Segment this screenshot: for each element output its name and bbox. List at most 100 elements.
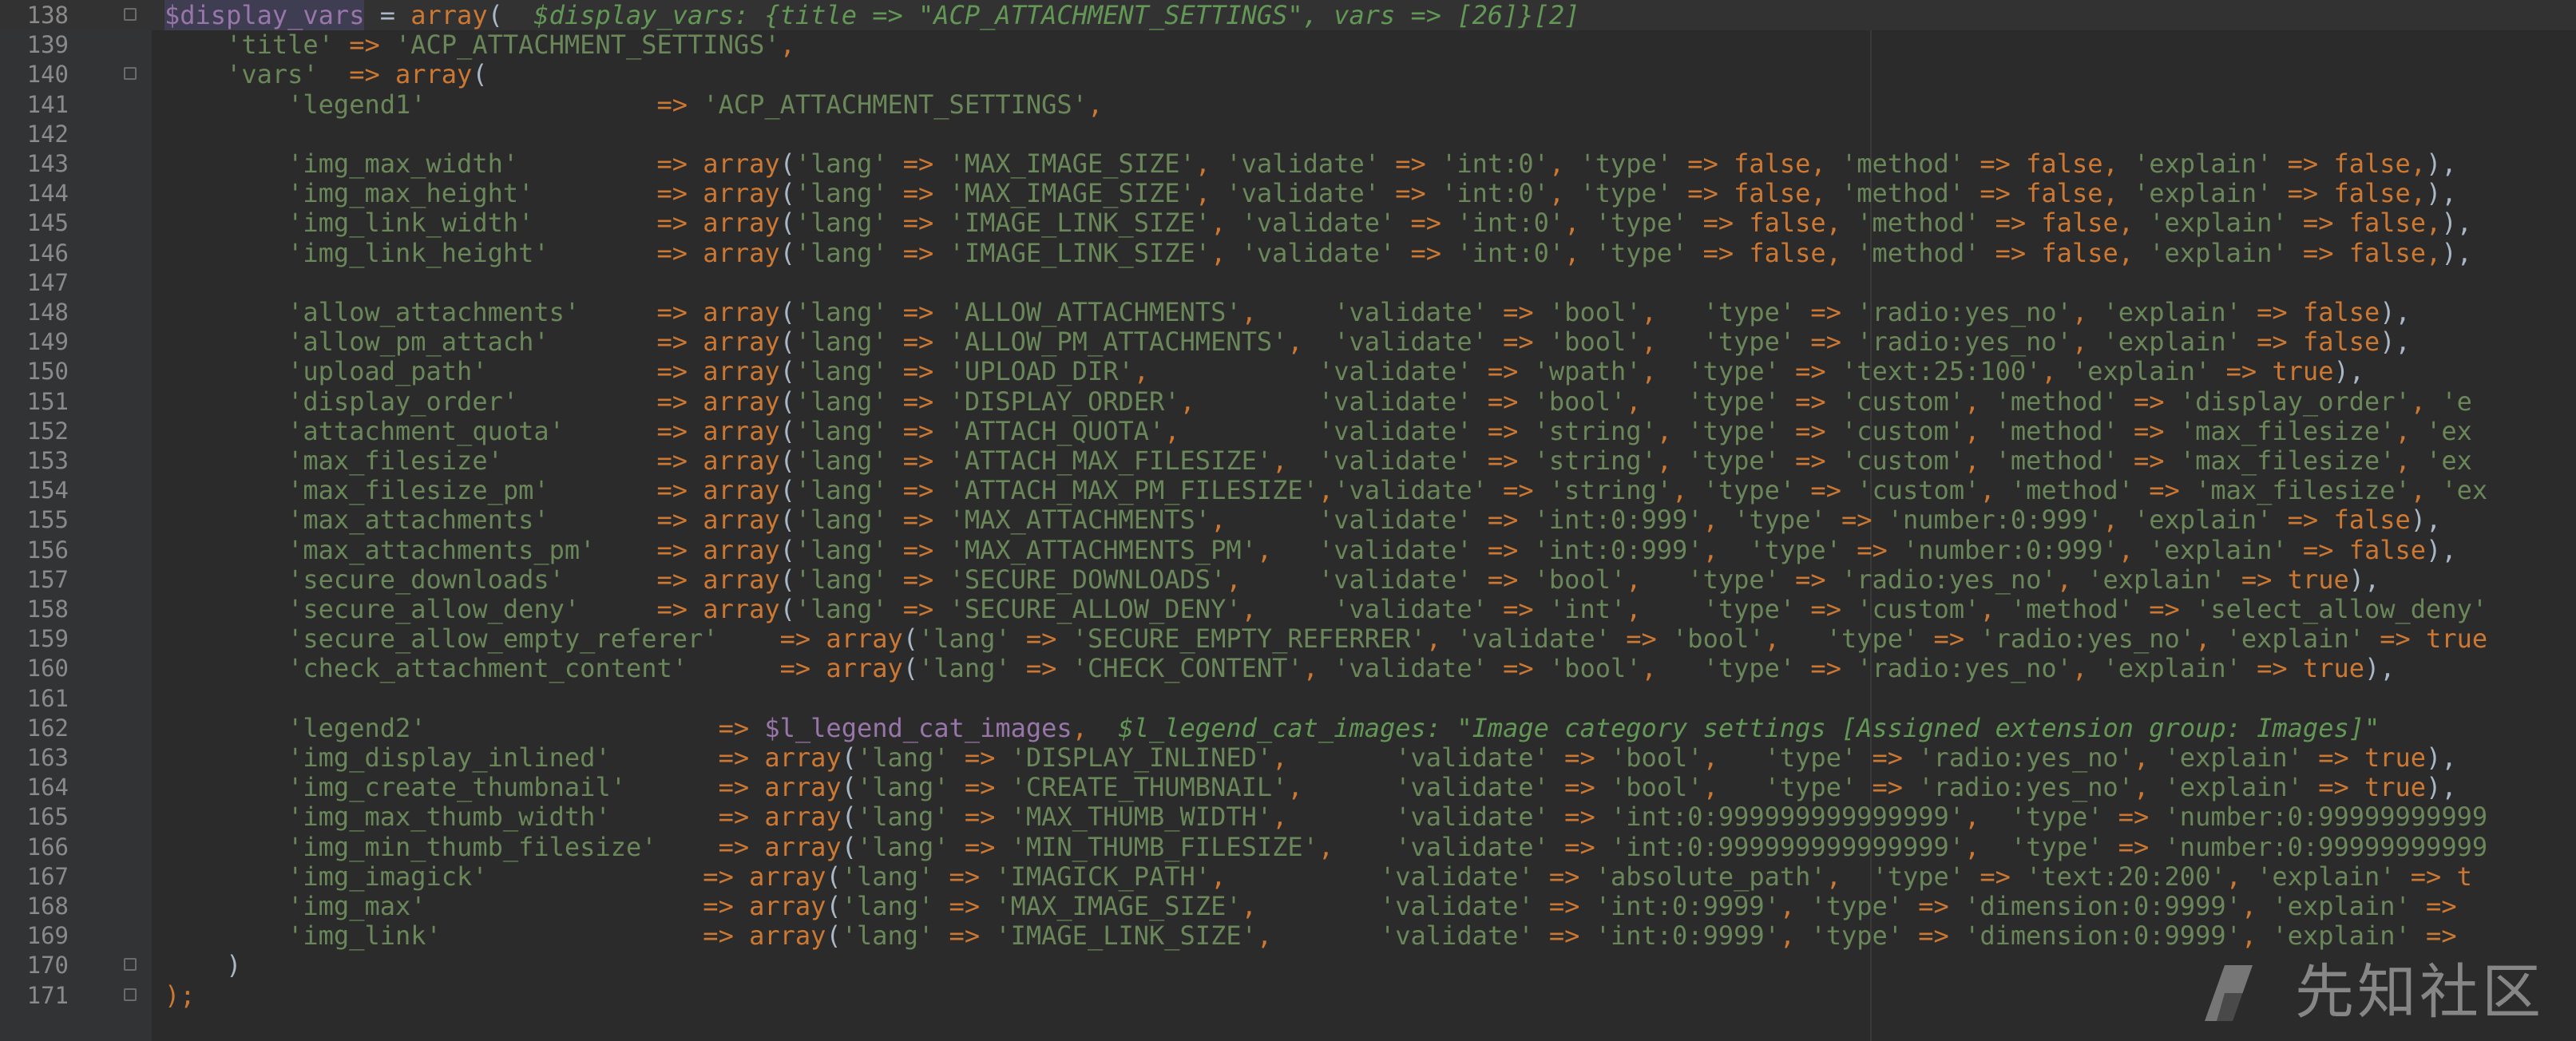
code-token: => [1487,327,1549,358]
code-token: 'ATTACH_MAX_PM_FILESIZE' [949,475,1318,506]
code-token: 'lang' [795,148,888,179]
code-line[interactable]: 161 [0,683,2576,714]
code-line[interactable]: 163 'img_display_inlined' => array('lang… [0,742,2576,773]
code-token: => [426,891,750,921]
code-token: 'upload_path' [287,356,488,387]
code-token: => [549,327,703,358]
code-token: 'validate' [1379,861,1534,892]
code-token: => [2410,891,2457,921]
code-token: 'max_filesize_pm' [287,475,549,506]
line-number: 165 [26,803,69,831]
code-token: 'validate' [1318,445,1472,476]
code-token: => [887,564,949,595]
code-token: ( [779,386,795,417]
code-token: 'explain' [2149,208,2288,239]
code-line[interactable]: 139 'title' => 'ACP_ATTACHMENT_SETTINGS'… [0,30,2576,60]
code-line[interactable]: 151 'display_order' => array('lang' => '… [0,386,2576,417]
code-token: 'img_max' [287,891,426,921]
code-token: array [703,415,780,446]
fold-toggle-icon[interactable] [124,958,137,972]
code-line[interactable]: 143 'img_max_width' => array('lang' => '… [0,148,2576,179]
code-token: array [703,505,780,536]
code-token: 'number:0:999' [1887,505,2103,536]
code-line[interactable]: 150 'upload_path' => array('lang' => 'UP… [0,356,2576,386]
code-token: 'allow_attachments' [287,297,581,327]
code-token: => [1610,623,1673,655]
code-token: 'CHECK_CONTENT' [1072,653,1303,684]
code-token: 'validate' [1241,237,1396,268]
code-line[interactable]: 149 'allow_pm_attach' => array('lang' =>… [0,327,2576,357]
code-line[interactable]: 165 'img_max_thumb_width' => array('lang… [0,802,2576,832]
code-token: => [1548,802,1611,833]
code-line[interactable]: 154 'max_filesize_pm' => array('lang' =>… [0,475,2576,505]
code-line[interactable]: 147 [0,267,2576,298]
code-token: 'lang' [856,772,949,803]
code-line[interactable]: 144 'img_max_height' => array('lang' => … [0,178,2576,208]
code-line[interactable]: 164 'img_create_thumbnail' => array('lan… [0,772,2576,802]
code-line[interactable]: 166 'img_min_thumb_filesize' => array('l… [0,832,2576,862]
code-token: 'type' [1764,772,1857,803]
code-token: 'wpath' [1533,356,1642,387]
code-token: , [2056,564,2088,595]
code-token: , [1779,891,1811,921]
code-token: 'lang' [795,505,888,536]
code-token: 'text:20:200' [2026,861,2226,892]
code-token: 'MAX_IMAGE_SIZE' [949,148,1195,179]
code-line[interactable]: 145 'img_link_width' => array('lang' => … [0,208,2576,238]
code-token: , [1980,594,2011,624]
code-line[interactable]: 141 'legend1' => 'ACP_ATTACHMENT_SETTING… [0,89,2576,120]
code-line[interactable]: 158 'secure_allow_deny' => array('lang' … [0,594,2576,624]
code-line[interactable]: 152 'attachment_quota' => array('lang' =… [0,416,2576,446]
code-token: => [1010,653,1072,684]
code-line[interactable]: 157 'secure_downloads' => array('lang' =… [0,564,2576,595]
code-token: , [1302,653,1334,684]
code-line[interactable]: 167 'img_imagick' => array('lang' => 'IM… [0,861,2576,892]
fold-toggle-icon[interactable] [124,67,137,81]
code-line[interactable]: 146 'img_link_height' => array('lang' =>… [0,238,2576,268]
code-line[interactable]: 160 'check_attachment_content' => array(… [0,653,2576,683]
code-token: 'radio:yes_no' [1841,564,2057,595]
code-token: 'IMAGE_LINK_SIZE' [949,237,1211,268]
code-token: $l_legend_cat_images [764,712,1072,743]
code-token: => [887,178,949,209]
code-token: => [580,297,703,327]
code-token: , [1964,445,1995,476]
code-token: , [1964,802,2011,833]
code-token: ( [779,327,795,358]
code-text: 'title' => 'ACP_ATTACHMENT_SETTINGS', [164,30,795,60]
code-line[interactable]: 168 'img_max' => array('lang' => 'MAX_IM… [0,891,2576,921]
code-line[interactable]: 140 'vars' => array( [0,59,2576,89]
code-token: ), [2426,148,2457,179]
code-token: => [656,831,765,862]
code-line[interactable]: 171); [0,980,2576,1011]
code-editor[interactable]: 138 $display_vars = array( $display_vars:… [0,0,2576,1041]
code-token: ( [779,237,795,268]
code-token: => [1918,623,1980,655]
code-line[interactable]: 138 $display_vars = array( $display_vars:… [0,0,2576,30]
fold-toggle-icon[interactable] [124,988,137,1001]
code-token: => false, [1980,237,2150,268]
code-token: 'bool' [1610,742,1703,773]
code-line[interactable]: 170 ) [0,950,2576,980]
code-token: 'radio:yes_no' [1918,772,2134,803]
code-line[interactable]: 148 'allow_attachments' => array('lang' … [0,297,2576,327]
code-line[interactable]: 153 'max_filesize' => array('lang' => 'A… [0,445,2576,476]
code-line[interactable]: 142 [0,119,2576,149]
code-line[interactable]: 156 'max_attachments_pm' => array('lang'… [0,535,2576,565]
code-line[interactable]: 155 'max_attachments' => array('lang' =>… [0,505,2576,535]
code-line[interactable]: 162 'legend2' => $l_legend_cat_images, $… [0,713,2576,743]
code-token: , [1179,386,1318,417]
code-token: , [1964,831,2011,862]
code-token: => [1472,505,1534,536]
code-line[interactable]: 169 'img_link' => array('lang' => 'IMAGE… [0,920,2576,951]
fold-toggle-icon[interactable] [124,8,137,21]
code-token: => [1533,861,1595,892]
code-token: 'int:0:999999999999999' [1610,831,1965,862]
code-line[interactable]: 159 'secure_allow_empty_referer' => arra… [0,623,2576,654]
code-token: , [1964,386,1995,417]
